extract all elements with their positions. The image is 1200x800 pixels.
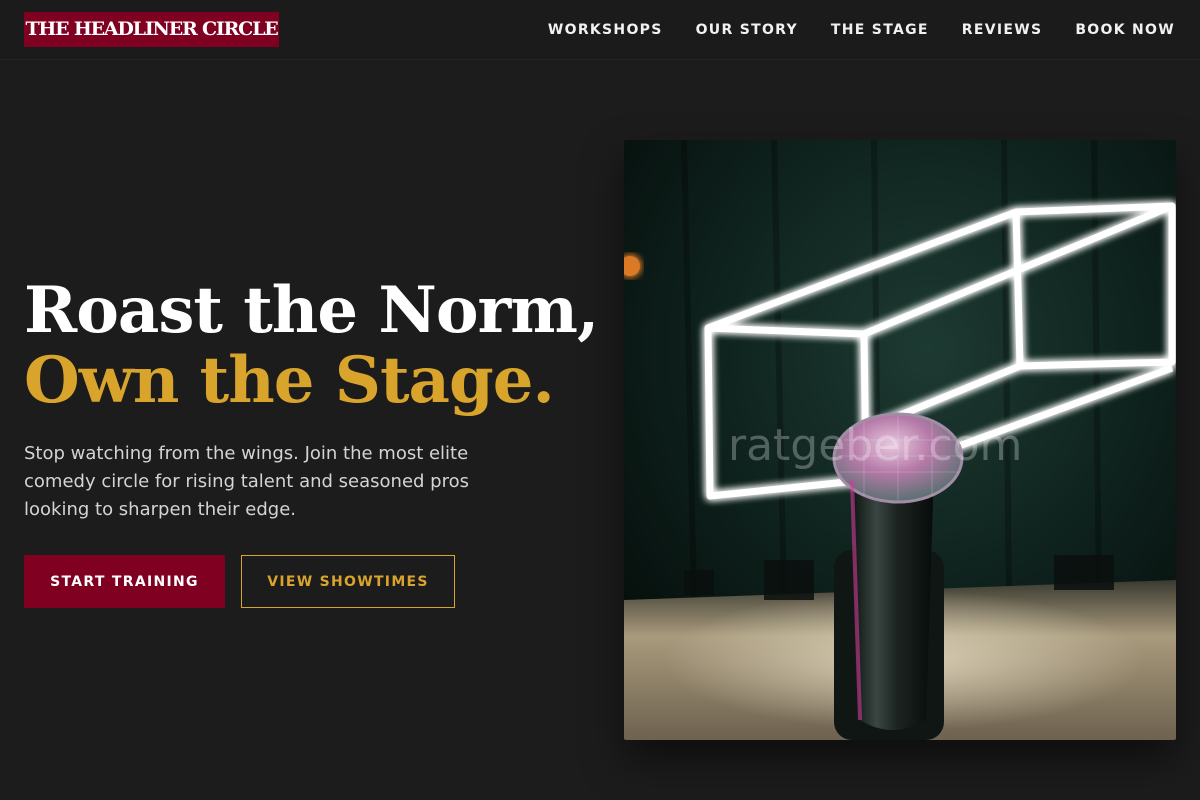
- hero-headline: Roast the Norm, Own the Stage.: [24, 276, 604, 416]
- nav-link-workshops[interactable]: WORKSHOPS: [548, 20, 663, 40]
- top-navbar: THE HEADLINER CIRCLE WORKSHOPS OUR STORY…: [0, 0, 1200, 60]
- brand-logo[interactable]: THE HEADLINER CIRCLE: [24, 12, 279, 47]
- hero-headline-line-1: Roast the Norm,: [24, 273, 599, 348]
- nav-link-the-stage[interactable]: THE STAGE: [831, 20, 929, 40]
- nav-links: WORKSHOPS OUR STORY THE STAGE REVIEWS BO…: [548, 20, 1175, 40]
- view-showtimes-button[interactable]: VIEW SHOWTIMES: [241, 555, 455, 608]
- hero-description: Stop watching from the wings. Join the m…: [24, 443, 469, 520]
- image-watermark: ratgeber.com: [728, 420, 1023, 471]
- nav-link-reviews[interactable]: REVIEWS: [962, 20, 1043, 40]
- hero-headline-line-2: Own the Stage.: [24, 343, 555, 418]
- landing-page: THE HEADLINER CIRCLE WORKSHOPS OUR STORY…: [0, 0, 1200, 800]
- start-training-button[interactable]: START TRAINING: [24, 555, 225, 608]
- nav-link-our-story[interactable]: OUR STORY: [696, 20, 798, 40]
- hero-image: ratgeber.com: [624, 140, 1176, 740]
- nav-link-book-now[interactable]: BOOK NOW: [1075, 20, 1175, 40]
